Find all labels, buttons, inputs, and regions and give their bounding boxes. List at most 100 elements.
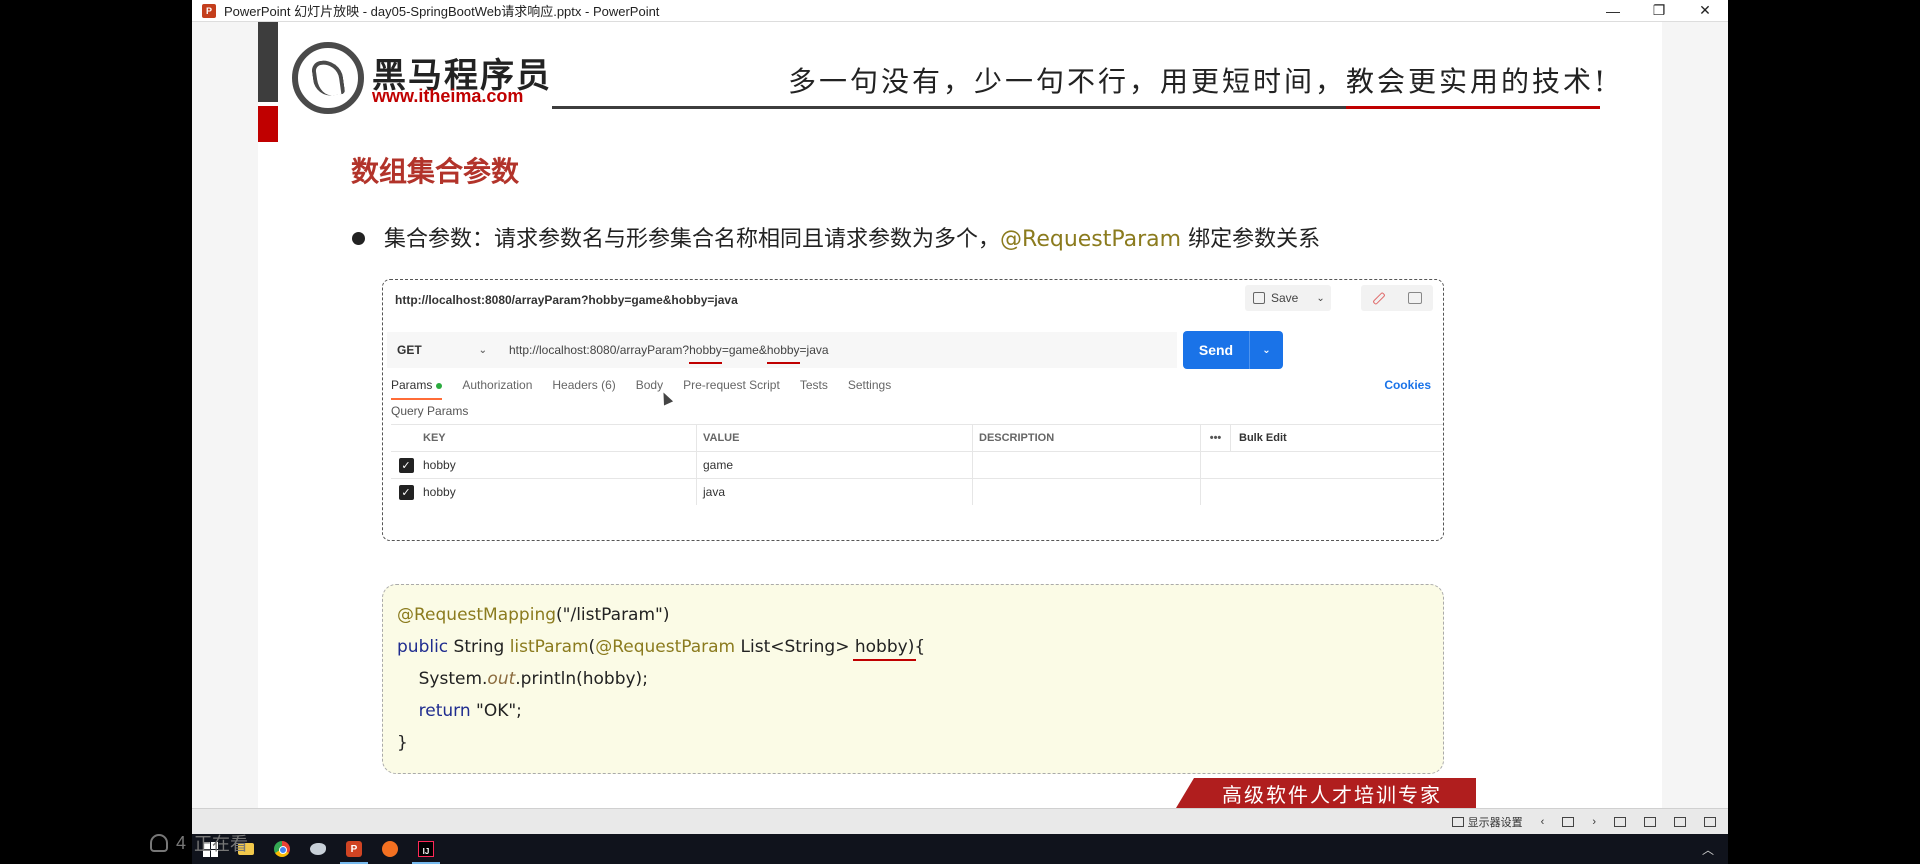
code-text: "OK"; xyxy=(470,701,522,721)
url-middle: =game& xyxy=(721,343,767,357)
postman-request-panel: http://localhost:8080/arrayParam?hobby=g… xyxy=(382,279,1444,541)
window-controls: — ❐ ✕ xyxy=(1590,0,1728,22)
slide[interactable]: 黑马程序员 www.itheima.com 多一句没有，少一句不行，用更短时间，… xyxy=(258,22,1662,808)
edit-icon[interactable] xyxy=(1372,291,1386,305)
slideshow-view-icon[interactable] xyxy=(1674,816,1686,827)
method-select[interactable]: GET ⌄ xyxy=(387,332,499,368)
save-icon xyxy=(1253,292,1265,304)
request-tabs: Params Authorization Headers (6) Body Pr… xyxy=(391,378,911,400)
row-check-cell: ✓ xyxy=(391,484,421,500)
code-sample: @RequestMapping("/listParam") public Str… xyxy=(382,584,1444,774)
previous-slide-icon[interactable]: ‹ xyxy=(1541,816,1545,828)
bird-app-icon xyxy=(310,843,326,855)
bulk-edit-button[interactable]: Bulk Edit xyxy=(1231,432,1291,444)
column-header-value: VALUE xyxy=(697,425,973,451)
code-line: System.out.println(hobby); xyxy=(397,669,1443,701)
more-options-icon[interactable]: ••• xyxy=(1201,425,1231,451)
param-key[interactable]: hobby xyxy=(421,479,697,505)
url-param-key-1: hobby xyxy=(689,343,722,364)
tab-params[interactable]: Params xyxy=(391,378,443,400)
tab-pre-request-script[interactable]: Pre-request Script xyxy=(683,378,780,400)
slide-title: 数组集合参数 xyxy=(351,155,520,188)
query-params-table: KEY VALUE DESCRIPTION ••• Bulk Edit ✓ ho… xyxy=(391,424,1443,505)
code-text: } xyxy=(397,733,408,753)
taskbar-app[interactable] xyxy=(300,834,336,864)
slide-right-margin xyxy=(1662,22,1728,808)
slide-sorter-icon[interactable] xyxy=(1562,816,1575,827)
intellij-icon: IJ xyxy=(418,841,434,857)
taskbar-postman[interactable] xyxy=(372,834,408,864)
slide-left-margin xyxy=(192,22,258,808)
save-button[interactable]: Save ⌄ xyxy=(1245,285,1331,311)
presenter-icon[interactable] xyxy=(1704,816,1716,827)
column-header-description: DESCRIPTION xyxy=(973,425,1201,451)
url-param-key-2: hobby xyxy=(766,343,800,364)
param-key[interactable]: hobby xyxy=(421,452,697,478)
normal-view-icon[interactable] xyxy=(1614,816,1626,827)
next-slide-icon[interactable]: › xyxy=(1592,816,1596,828)
send-button[interactable]: Send ⌄ xyxy=(1183,331,1283,369)
close-button[interactable]: ✕ xyxy=(1682,0,1728,22)
param-description[interactable] xyxy=(973,479,1201,505)
minimize-button[interactable]: — xyxy=(1590,0,1636,22)
header-divider-accent xyxy=(1346,106,1600,109)
param-value[interactable]: java xyxy=(697,479,973,505)
code-text: System. xyxy=(397,669,488,689)
monitor-icon xyxy=(1451,816,1464,827)
column-header-key: KEY xyxy=(421,425,697,451)
tab-headers[interactable]: Headers (6) xyxy=(552,378,615,400)
param-value[interactable]: game xyxy=(697,452,973,478)
code-text: List<String> xyxy=(735,637,855,657)
code-param-name: hobby xyxy=(854,637,908,657)
viewer-count-label: 正在看 xyxy=(194,834,249,854)
param-checkbox[interactable]: ✓ xyxy=(398,484,414,500)
tab-tests[interactable]: Tests xyxy=(800,378,828,400)
comment-icon[interactable] xyxy=(1408,292,1422,304)
url-suffix: =java xyxy=(799,343,829,357)
send-label: Send xyxy=(1198,342,1234,358)
param-checkbox[interactable]: ✓ xyxy=(398,457,414,473)
row-check-cell: ✓ xyxy=(391,457,421,473)
chevron-down-icon[interactable]: ⌄ xyxy=(1250,345,1283,356)
param-description[interactable] xyxy=(973,452,1201,478)
code-line: return "OK"; xyxy=(397,701,1443,733)
slogan: 多一句没有，少一句不行，用更短时间，教会更实用的技术! xyxy=(788,65,1609,98)
code-line: public String listParam(@RequestParam Li… xyxy=(397,637,1443,669)
brand-url: www.itheima.com xyxy=(372,86,524,106)
code-method-name: listParam xyxy=(509,637,589,657)
chevron-down-icon[interactable]: ⌄ xyxy=(1316,293,1324,304)
bullet-prefix: 集合参数：请求参数名与形参集合名称相同且请求参数为多个， xyxy=(384,227,1001,252)
request-tab-url: http://localhost:8080/arrayParam?hobby=g… xyxy=(395,293,738,307)
active-dot-icon xyxy=(436,382,443,389)
taskbar-chrome[interactable] xyxy=(264,834,300,864)
bullet-annotation: @RequestParam xyxy=(1000,227,1182,252)
code-keyword: public xyxy=(397,637,449,657)
restore-button[interactable]: ❐ xyxy=(1636,0,1682,22)
header-accent-red xyxy=(258,106,278,142)
display-settings-button[interactable]: 显示器设置 xyxy=(1451,814,1523,830)
bullet-text: 集合参数：请求参数名与形参集合名称相同且请求参数为多个，@RequestPara… xyxy=(384,221,1320,253)
powerpoint-window: P PowerPoint 幻灯片放映 - day05-SpringBootWeb… xyxy=(192,0,1728,834)
bullet-suffix: 绑定参数关系 xyxy=(1181,227,1321,252)
cookies-link[interactable]: Cookies xyxy=(1384,378,1431,392)
header-divider xyxy=(552,106,1346,109)
tab-settings[interactable]: Settings xyxy=(848,378,891,400)
code-annotation: @RequestParam xyxy=(595,637,736,657)
taskbar-powerpoint[interactable]: P xyxy=(336,834,372,864)
url-input[interactable]: http://localhost:8080/arrayParam? hobby =g… xyxy=(499,332,1177,368)
code-line: @RequestMapping("/listParam") xyxy=(397,605,1443,637)
tray-expand-icon[interactable]: ︿ xyxy=(1702,841,1714,858)
person-icon xyxy=(150,834,168,852)
tab-authorization[interactable]: Authorization xyxy=(462,378,532,400)
taskbar-intellij[interactable]: IJ xyxy=(408,834,444,864)
tab-params-label: Params xyxy=(391,378,433,392)
bullet-icon xyxy=(352,232,365,245)
url-prefix: http://localhost:8080/arrayParam? xyxy=(509,343,690,357)
code-text: ("/listParam") xyxy=(556,605,670,625)
chrome-icon xyxy=(274,841,290,857)
header-accent-gray xyxy=(258,22,278,102)
horse-logo-icon xyxy=(292,42,364,114)
table-row: ✓ hobby game xyxy=(391,451,1443,478)
status-bar: 显示器设置 ‹ › xyxy=(192,808,1728,834)
reading-view-icon[interactable] xyxy=(1644,816,1656,827)
